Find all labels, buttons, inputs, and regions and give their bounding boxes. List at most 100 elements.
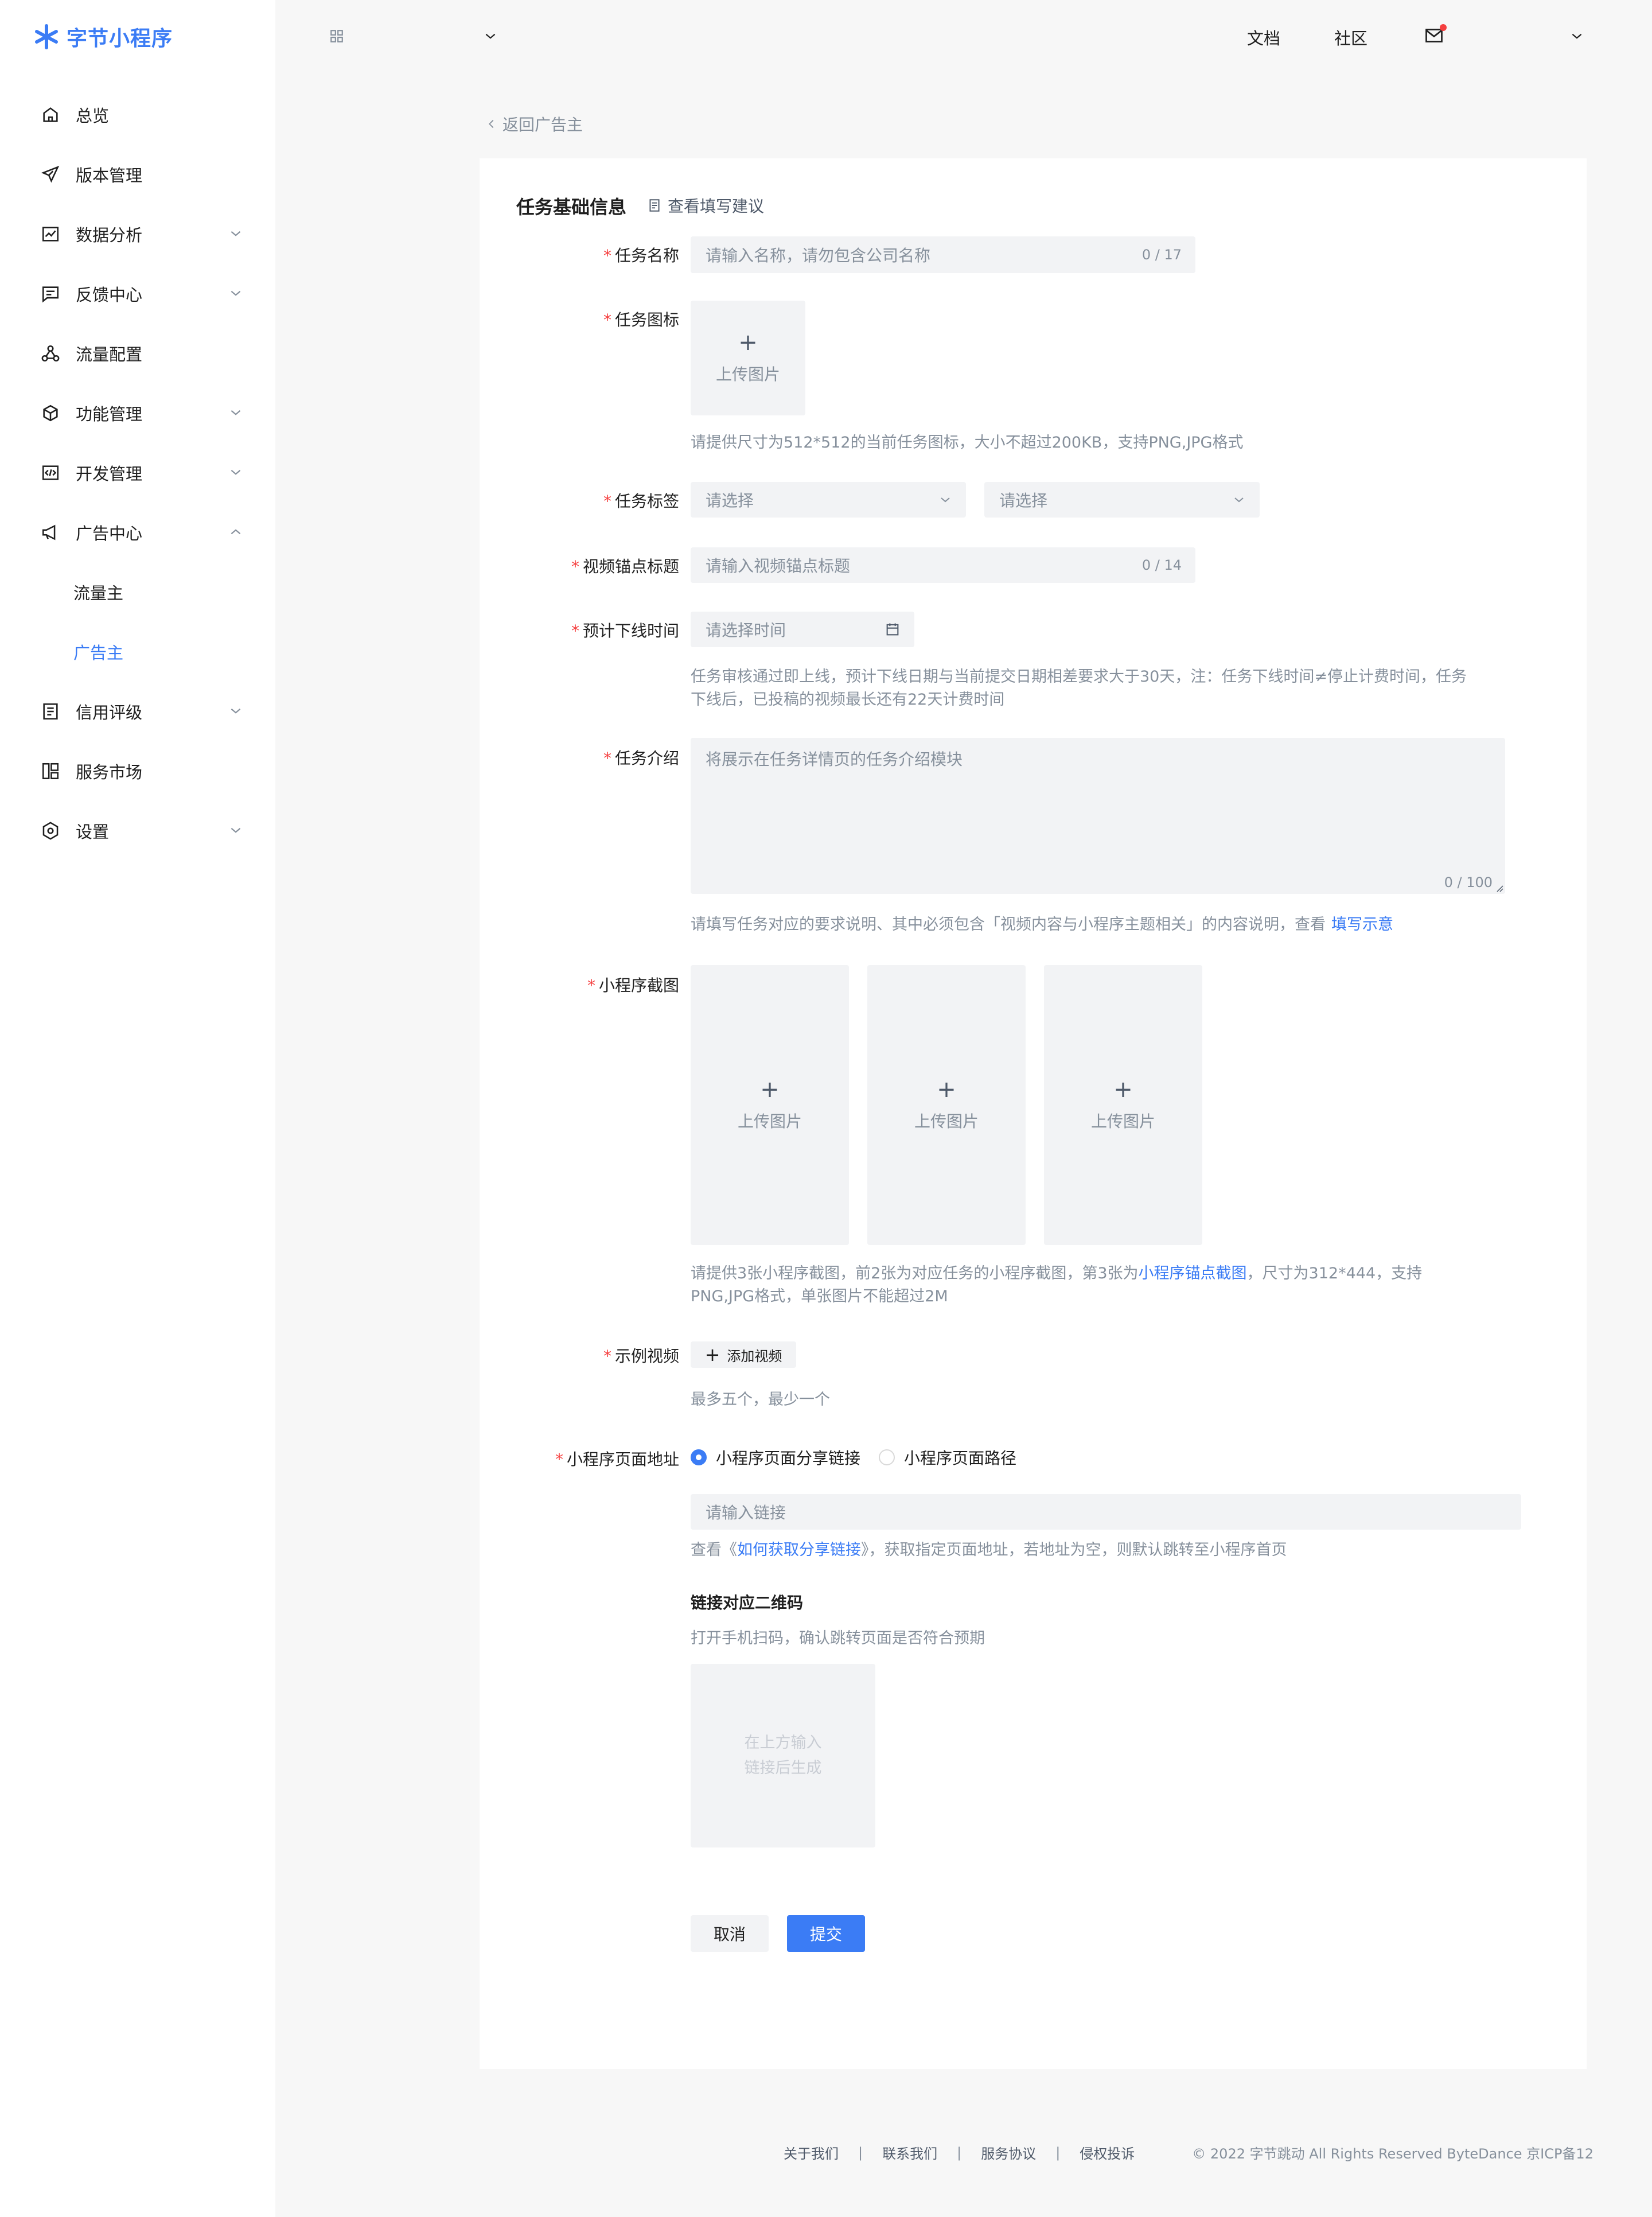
sidebar-item-market[interactable]: 服务市场 [0, 741, 275, 801]
sidebar-item-dev[interactable]: 开发管理 [0, 443, 275, 503]
qr-hint: 打开手机扫码，确认跳转页面是否符合预期 [691, 1629, 985, 1647]
sidebar-item-label: 信用评级 [76, 703, 143, 722]
qr-code-placeholder: 在上方输入 链接后生成 [691, 1664, 875, 1848]
sidebar-item-label: 广告中心 [76, 524, 143, 543]
chevron-down-icon [231, 231, 241, 236]
qr-title: 链接对应二维码 [691, 1593, 804, 1612]
community-link[interactable]: 社区 [1334, 25, 1367, 49]
sidebar-item-label: 版本管理 [76, 166, 143, 185]
chevron-up-icon [231, 529, 241, 535]
intro-label: * 任务介绍 [603, 749, 679, 768]
chart-icon [40, 224, 61, 244]
sidebar-item-label: 总览 [76, 106, 110, 126]
task-icon-hint: 请提供尺寸为512*512的当前任务图标，大小不超过200KB，支持PNG,JP… [691, 434, 1244, 452]
link-hint: 查看《如何获取分享链接》，获取指定页面地址，若地址为空，则默认跳转至小程序首页 [691, 1541, 1287, 1559]
footer-link-infringement[interactable]: 侵权投诉 [1080, 2142, 1135, 2162]
message-icon [40, 283, 61, 304]
plus-icon: + [1113, 1076, 1133, 1103]
sidebar-subitem-advertiser[interactable]: 广告主 [73, 622, 123, 682]
sidebar-item-features[interactable]: 功能管理 [0, 383, 275, 443]
send-icon [40, 164, 61, 185]
cancel-button[interactable]: 取消 [691, 1915, 769, 1952]
share-icon [40, 343, 61, 364]
sidebar-item-feedback[interactable]: 反馈中心 [0, 264, 275, 324]
how-to-get-link[interactable]: 如何获取分享链接 [737, 1541, 861, 1559]
intro-textarea[interactable]: 将展示在任务详情页的任务介绍模块 0 / 100 [691, 738, 1505, 894]
offline-time-picker[interactable]: 请选择时间 [691, 612, 914, 647]
sidebar-item-label: 反馈中心 [76, 285, 143, 305]
task-name-input[interactable]: 请输入名称，请勿包含公司名称 0 / 17 [691, 236, 1195, 273]
app-logo[interactable]: 字节小程序 [32, 21, 173, 53]
chevron-down-icon [231, 290, 241, 296]
chevron-down-icon [231, 469, 241, 475]
sidebar-item-version[interactable]: 版本管理 [0, 145, 275, 204]
document-icon [40, 701, 61, 722]
sidebar-item-traffic[interactable]: 流量配置 [0, 324, 275, 383]
sidebar-item-ad-center[interactable]: 广告中心 [0, 503, 275, 562]
sidebar-item-label: 流量配置 [76, 345, 143, 364]
screenshot-upload-2[interactable]: + 上传图片 [867, 965, 1026, 1245]
screenshots-label: * 小程序截图 [587, 976, 679, 995]
anchor-title-label: * 视频锚点标题 [571, 557, 679, 576]
sidebar-item-overview[interactable]: 总览 [0, 85, 275, 145]
char-count: 0 / 17 [1141, 247, 1182, 263]
plus-icon: + [704, 1344, 720, 1366]
radio-share-link[interactable]: 小程序页面分享链接 [691, 1446, 860, 1469]
anchor-screenshot-link[interactable]: 小程序锚点截图 [1139, 1265, 1247, 1282]
document-icon [649, 199, 660, 212]
sidebar-item-label: 服务市场 [76, 763, 143, 782]
footer-link-about[interactable]: 关于我们 [784, 2142, 839, 2162]
home-icon [40, 104, 61, 125]
cube-icon [40, 403, 61, 423]
radio-page-path[interactable]: 小程序页面路径 [879, 1446, 1016, 1469]
radio-checked-icon [691, 1449, 707, 1465]
chevron-down-icon[interactable] [483, 29, 498, 44]
screenshots-hint-1: 请提供3张小程序截图，前2张为对应任务的小程序截图，第3张为小程序锚点截图，尺寸… [691, 1265, 1423, 1282]
fill-tips-link[interactable]: 查看填写建议 [647, 194, 764, 217]
apps-grid-icon[interactable] [329, 29, 344, 44]
chevron-down-icon [231, 410, 241, 415]
top-bar: 文档 社区 [275, 0, 1652, 73]
task-tag-select-1[interactable]: 请选择 [691, 482, 966, 518]
sidebar-item-settings[interactable]: 设置 [0, 801, 275, 861]
sidebar-subitem-traffic-owner[interactable]: 流量主 [73, 562, 123, 622]
page-address-label: * 小程序页面地址 [555, 1450, 679, 1469]
chevron-down-icon [231, 827, 241, 833]
calendar-icon [886, 623, 899, 636]
copyright: © 2022 字节跳动 All Rights Reserved ByteDanc… [1192, 2146, 1594, 2162]
resize-handle-icon[interactable] [1495, 884, 1504, 893]
footer-link-contact[interactable]: 联系我们 [882, 2142, 937, 2162]
sidebar-item-analytics[interactable]: 数据分析 [0, 204, 275, 264]
sidebar-item-label: 开发管理 [76, 464, 143, 484]
docs-link[interactable]: 文档 [1247, 25, 1280, 49]
chevron-down-icon [231, 708, 241, 714]
back-link[interactable]: 返回广告主 [485, 112, 583, 135]
fill-example-link[interactable]: 填写示意 [1331, 916, 1393, 934]
task-icon-upload[interactable]: + 上传图片 [691, 301, 805, 415]
chevron-down-icon[interactable] [1569, 29, 1584, 44]
submit-button[interactable]: 提交 [787, 1915, 865, 1952]
footer-link-terms[interactable]: 服务协议 [981, 2142, 1036, 2162]
offline-time-hint-1: 任务审核通过即上线，预计下线日期与当前提交日期相差要求大于30天，注：任务下线时… [691, 668, 1467, 686]
sidebar-item-label: 数据分析 [76, 225, 143, 245]
screenshots-hint-2: PNG,JPG格式，单张图片不能超过2M [691, 1288, 948, 1305]
sidebar-item-credit[interactable]: 信用评级 [0, 682, 275, 741]
back-link-label: 返回广告主 [502, 115, 583, 134]
footer: 关于我们 | 联系我们 | 服务协议 | 侵权投诉 © 2022 字节跳动 Al… [784, 2142, 1593, 2162]
sidebar-item-label: 设置 [76, 822, 110, 842]
screenshot-upload-3[interactable]: + 上传图片 [1044, 965, 1202, 1245]
screenshot-upload-1[interactable]: + 上传图片 [691, 965, 849, 1245]
chevron-left-icon [489, 119, 494, 129]
link-input[interactable]: 请输入链接 [691, 1494, 1521, 1530]
megaphone-icon [40, 522, 61, 543]
logo-text: 字节小程序 [67, 27, 173, 50]
task-tag-select-2[interactable]: 请选择 [984, 482, 1260, 518]
anchor-title-input[interactable]: 请输入视频锚点标题 0 / 14 [691, 547, 1195, 583]
sidebar-item-label: 功能管理 [76, 404, 143, 424]
offline-time-label: * 预计下线时间 [571, 621, 679, 640]
chevron-down-icon [941, 497, 950, 503]
chevron-down-icon [1234, 497, 1244, 503]
add-video-button[interactable]: + 添加视频 [691, 1341, 796, 1368]
intro-hint: 请填写任务对应的要求说明、其中必须包含「视频内容与小程序主题相关」的内容说明，查… [691, 916, 1393, 934]
task-tag-label: * 任务标签 [603, 492, 679, 511]
